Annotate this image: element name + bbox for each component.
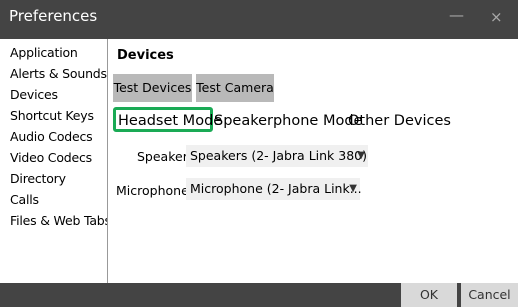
chevron-down-icon: ▼ [357,150,365,161]
microphone-select[interactable]: Microphone (2- Jabra Link... ▼ [186,178,362,200]
tab-headset-mode[interactable]: Headset Mode [118,111,222,131]
speaker-value: Speakers (2- Jabra Link 380) [190,148,368,163]
close-icon[interactable]: × [490,10,503,25]
sidebar-item-calls[interactable]: Calls [10,192,39,208]
cancel-button[interactable]: Cancel [461,283,518,307]
window-title: Preferences [9,7,98,25]
page-title: Devices [117,48,174,63]
speaker-select[interactable]: Speakers (2- Jabra Link 380) ▼ [186,145,368,167]
chevron-down-icon: ▼ [349,183,357,194]
sidebar-item-alerts-sounds[interactable]: Alerts & Sounds [10,66,107,82]
sidebar: Application Alerts & Sounds Devices Shor… [7,39,111,283]
sidebar-item-directory[interactable]: Directory [10,171,66,187]
sidebar-item-shortcut-keys[interactable]: Shortcut Keys [10,108,94,124]
sidebar-item-video-codecs[interactable]: Video Codecs [10,150,92,166]
sidebar-item-application[interactable]: Application [10,45,78,61]
sidebar-item-audio-codecs[interactable]: Audio Codecs [10,129,93,145]
ok-button[interactable]: OK [401,283,457,307]
microphone-value: Microphone (2- Jabra Link... [190,181,362,196]
title-bar: Preferences — × [0,0,518,39]
left-margin [0,39,7,283]
test-devices-button[interactable]: Test Devices [113,74,192,102]
sidebar-item-devices[interactable]: Devices [10,87,58,103]
minimize-icon[interactable]: — [449,8,464,23]
test-camera-button[interactable]: Test Camera [196,74,274,102]
tab-other-devices[interactable]: Other Devices [348,111,451,131]
tab-speakerphone-mode[interactable]: Speakerphone Mode [214,111,362,131]
speaker-label: Speaker: [137,149,192,164]
microphone-label: Microphone: [116,183,193,198]
sidebar-item-files-web-tabs[interactable]: Files & Web Tabs [10,213,111,229]
